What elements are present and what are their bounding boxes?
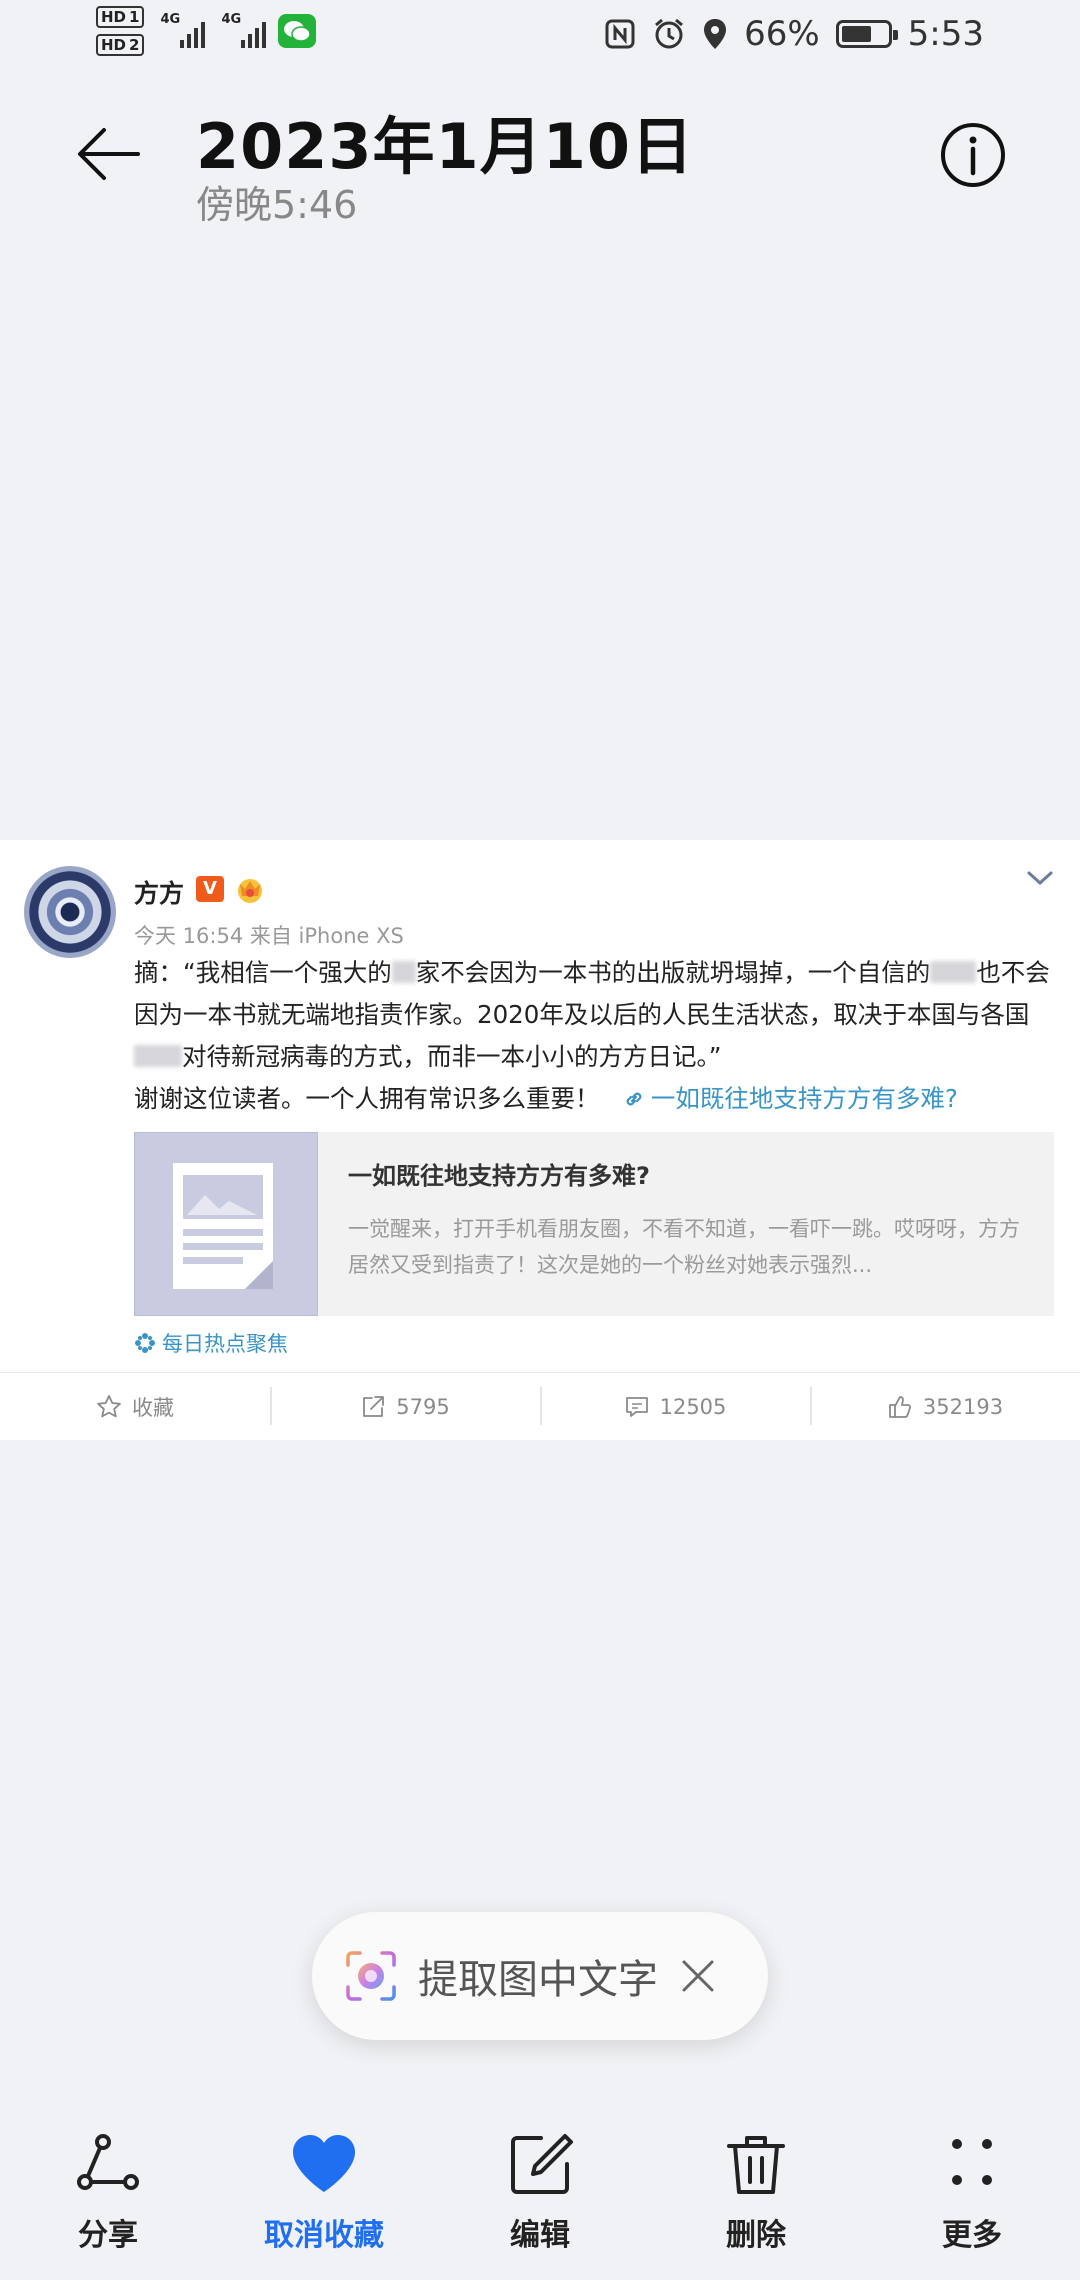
- chevron-down-icon[interactable]: [1024, 866, 1056, 890]
- alarm-icon: [655, 18, 684, 49]
- nfc-icon: [605, 19, 635, 49]
- redacted-text: [930, 961, 977, 983]
- topic-flower-icon: [135, 1333, 155, 1353]
- sim-number: 1: [129, 8, 140, 26]
- post-text: 家不会因为一本书的出版就坍塌掉，一个自信的: [415, 958, 931, 987]
- info-icon: [941, 123, 1005, 187]
- hd-indicators: HD 1 HD 2: [96, 6, 145, 56]
- back-arrow-icon: [78, 128, 140, 180]
- status-right: 66% 5:53: [604, 14, 984, 54]
- location-icon: [704, 19, 727, 49]
- author-name: 方方: [134, 879, 185, 908]
- extract-text-label[interactable]: 提取图中文字: [418, 1947, 658, 2005]
- more-button[interactable]: 更多: [864, 2130, 1080, 2280]
- repost-icon: [363, 1395, 385, 1417]
- link-preview-card[interactable]: 一如既往地支持方方有多难? 一觉醒来，打开手机看朋友圈，不看不知道，一看吓一跳。…: [134, 1132, 1054, 1316]
- hd-label: HD: [101, 36, 127, 54]
- battery-icon: [835, 20, 898, 48]
- preview-description: 一觉醒来，打开手机看朋友圈，不看不知道，一看吓一跳。哎呀呀，方方居然又受到指责了…: [348, 1217, 1020, 1277]
- signal-sim1-icon: 4G: [160, 12, 206, 48]
- wechat-notification-icon: [278, 14, 317, 48]
- more-label: 更多: [942, 2218, 1002, 2253]
- topic-tag[interactable]: 每日热点聚焦: [134, 1328, 288, 1358]
- article-thumbnail: [134, 1132, 318, 1316]
- post-link-text[interactable]: 一如既往地支持方方有多难?: [651, 1084, 958, 1113]
- hd-sim1-badge: HD 1: [96, 6, 145, 28]
- preview-title: 一如既往地支持方方有多难?: [348, 1162, 650, 1190]
- extract-text-pill[interactable]: 提取图中文字: [312, 1912, 768, 2040]
- status-left: HD 1 HD 2 4G 4G: [96, 6, 317, 56]
- more-dots-icon: [952, 2139, 992, 2185]
- preview-text: 一如既往地支持方方有多难? 一觉醒来，打开手机看朋友圈，不看不知道，一看吓一跳。…: [318, 1132, 1054, 1316]
- edit-label: 编辑: [510, 2218, 570, 2253]
- like-action[interactable]: 352193: [810, 1373, 1080, 1440]
- heart-filled-icon: [293, 2135, 355, 2192]
- unfavorite-label: 取消收藏: [264, 2218, 384, 2253]
- page-title-date: 2023年1月10日: [196, 110, 694, 183]
- delete-button[interactable]: 删除: [648, 2130, 864, 2280]
- trash-icon: [727, 2136, 785, 2194]
- unfavorite-button[interactable]: 取消收藏: [216, 2130, 432, 2280]
- status-bar: HD 1 HD 2 4G 4G 66% 5:53: [0, 0, 1080, 72]
- hd-sim2-badge: HD 2: [96, 34, 145, 56]
- comment-count: 12505: [659, 1394, 727, 1419]
- post-text: 谢谢这位读者。一个人拥有常识多么重要！: [134, 1084, 600, 1113]
- share-label: 分享: [78, 2218, 138, 2253]
- comment-icon: [625, 1396, 648, 1417]
- link-icon: [626, 1092, 642, 1106]
- battery-percent: 66%: [744, 14, 820, 54]
- post-link[interactable]: 一如既往地支持方方有多难?: [623, 1084, 958, 1113]
- post-body: 摘：“我相信一个强大的 家不会因为一本书的出版就坍塌掉，一个自信的 也不会因为一本书…: [134, 952, 1054, 1120]
- back-button[interactable]: [72, 118, 144, 190]
- repost-action[interactable]: 5795: [270, 1373, 540, 1440]
- share-icon: [77, 2134, 139, 2190]
- post-meta: 今天 16:54 来自 iPhone XS: [134, 924, 404, 948]
- member-crown-icon: [238, 879, 262, 903]
- redacted-text: [391, 961, 416, 983]
- post-actions: 收藏 5795 12505 352193: [0, 1373, 1080, 1440]
- hd-label: HD: [101, 8, 127, 26]
- delete-label: 删除: [726, 2218, 786, 2253]
- comment-action[interactable]: 12505: [540, 1373, 810, 1440]
- repost-count: 5795: [396, 1394, 450, 1419]
- like-count: 352193: [922, 1394, 1004, 1419]
- edit-icon: [511, 2134, 573, 2194]
- bottom-action-bar: 分享 取消收藏 编辑 删除 更多: [0, 2130, 1080, 2280]
- network-type: 4G: [221, 12, 242, 27]
- post-text: 对待新冠病毒的方式，而非一本小小的方方日记。”: [182, 1042, 722, 1071]
- redacted-text: [134, 1045, 182, 1067]
- clock: 5:53: [907, 14, 984, 54]
- share-button[interactable]: 分享: [0, 2130, 216, 2280]
- verified-badge: V: [196, 876, 224, 902]
- network-type: 4G: [160, 12, 181, 27]
- close-icon[interactable]: [680, 1958, 716, 1994]
- favorite-action[interactable]: 收藏: [0, 1373, 270, 1440]
- post-text: 摘：“我相信一个强大的: [134, 958, 392, 987]
- topic-tag-label[interactable]: 每日热点聚焦: [162, 1328, 288, 1358]
- document-icon: [173, 1163, 273, 1289]
- battery-level: [841, 26, 871, 42]
- text-scan-icon: [346, 1951, 396, 2001]
- avatar: [24, 866, 116, 958]
- signal-sim2-icon: 4G: [221, 12, 267, 48]
- thumbs-up-icon: [889, 1395, 911, 1418]
- weibo-post-card[interactable]: 方方 V 今天 16:54 来自 iPhone XS 摘：“我相信一个强大的 家不…: [0, 840, 1080, 1440]
- sim-number: 2: [129, 36, 140, 54]
- star-icon: [97, 1394, 121, 1417]
- page-subtitle-time: 傍晚5:46: [196, 183, 358, 227]
- favorite-label: 收藏: [132, 1395, 174, 1420]
- edit-button[interactable]: 编辑: [432, 2130, 648, 2280]
- info-button[interactable]: [940, 122, 1006, 188]
